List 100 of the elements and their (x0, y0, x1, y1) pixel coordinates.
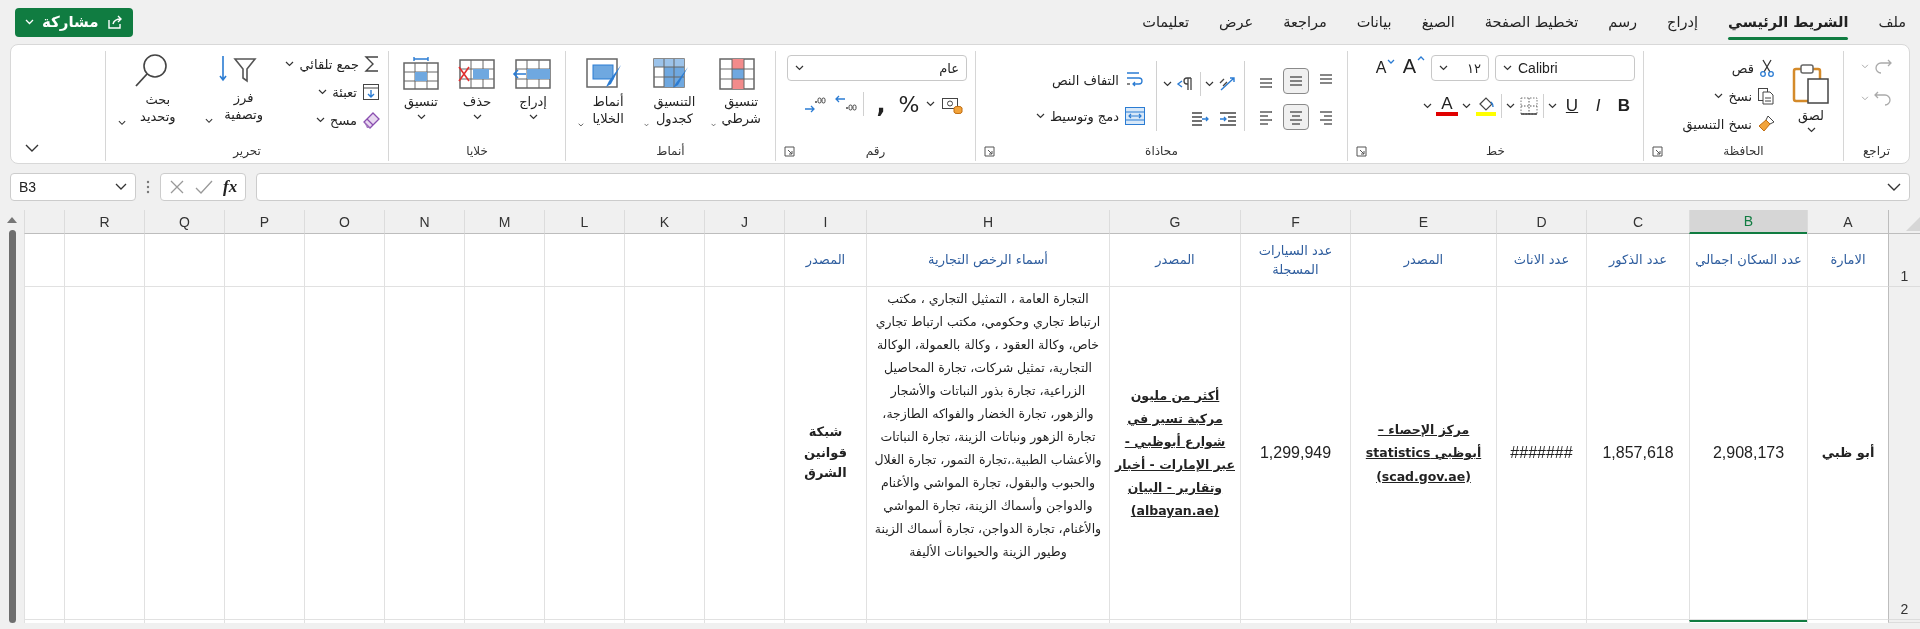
link-cell[interactable]: مركز الإحصاء – أبوظبي statistics (scad.gov.ae) (1350, 287, 1496, 620)
fill-color-icon[interactable] (1475, 95, 1497, 117)
outdent-icon[interactable] (1190, 110, 1210, 128)
caret-icon[interactable] (1462, 103, 1471, 109)
clear-button[interactable]: مسح (285, 107, 380, 133)
ribbon-tab[interactable]: الصيغ (1421, 0, 1455, 44)
ribbon-tab[interactable]: تخطيط الصفحة (1484, 0, 1579, 44)
font-name-dropdown[interactable]: Calibri (1495, 55, 1635, 81)
number-format-dropdown[interactable]: عام (787, 55, 967, 81)
dialog-launcher-icon[interactable] (984, 146, 995, 157)
grow-font-button[interactable]: A (1402, 55, 1425, 81)
row-header[interactable]: 1 (1888, 234, 1920, 287)
column-header[interactable]: G (1109, 210, 1240, 234)
sigma-icon (364, 55, 380, 73)
header-cell: عدد السيارات المسجلة (1240, 234, 1350, 287)
decimal-arrow-icon[interactable] (833, 94, 857, 114)
ribbon-tab[interactable]: رسم (1608, 0, 1638, 44)
caret-icon[interactable] (1423, 103, 1432, 109)
close-icon[interactable] (169, 179, 185, 195)
conditional-formatting-button[interactable]: تنسيق شرطي (707, 55, 767, 130)
checkmark-icon[interactable] (195, 179, 213, 195)
indent-icon[interactable] (1218, 110, 1238, 128)
column-header[interactable]: J (704, 210, 784, 234)
column-header[interactable]: O (304, 210, 384, 234)
scroll-up-icon[interactable] (6, 216, 18, 224)
header-cell: المصدر (1109, 234, 1240, 287)
insert-function-button[interactable]: fx (223, 177, 238, 197)
dialog-launcher-icon[interactable] (1356, 146, 1367, 157)
caret-icon[interactable] (926, 101, 935, 107)
share-button[interactable]: مشاركة (15, 7, 133, 37)
cell-styles-button[interactable]: أنماط الخلايا (574, 55, 634, 130)
delete-cells-button[interactable]: حذف (452, 55, 502, 122)
font-color-button[interactable]: A (1436, 96, 1458, 116)
scrollbar-thumb[interactable] (8, 230, 16, 623)
caret-icon (204, 117, 213, 124)
caret-icon (118, 119, 127, 126)
merge-center-button[interactable]: دمج وتوسيط (1035, 103, 1146, 129)
insert-cells-button[interactable]: إدراج (508, 55, 558, 122)
copy-button[interactable]: نسخ (1682, 83, 1775, 109)
column-header[interactable]: M (464, 210, 544, 234)
ribbon-tab[interactable]: إدراج (1667, 0, 1698, 44)
align-button[interactable] (1283, 104, 1309, 130)
column-header[interactable]: B (1689, 210, 1807, 234)
format-as-table-button[interactable]: التنسيق كجدول (639, 55, 702, 130)
format-painter-button[interactable]: نسخ التنسيق (1682, 111, 1775, 137)
column-header[interactable]: K (624, 210, 704, 234)
font-size-dropdown[interactable]: ١٢ (1431, 55, 1489, 81)
autosum-button[interactable]: جمع تلقائي (285, 51, 380, 77)
caret-icon (416, 113, 426, 120)
fill-button[interactable]: تعبئة (285, 79, 380, 105)
italic-button[interactable]: I (1587, 93, 1609, 119)
underline-button[interactable]: U (1561, 93, 1583, 119)
table-cell: ####### (1496, 287, 1586, 620)
paste-button[interactable]: لصق (1787, 56, 1835, 136)
ribbon-tab[interactable]: الشريط الرئيسي (1728, 0, 1849, 44)
column-header[interactable]: F (1240, 210, 1350, 234)
caret-icon (711, 121, 717, 128)
find-select-button[interactable]: بحث وتحديد (114, 51, 191, 128)
column-header[interactable]: N (384, 210, 464, 234)
ribbon-tab[interactable]: مراجعة (1283, 0, 1327, 44)
formula-input[interactable] (256, 173, 1910, 201)
ribbon-tab[interactable]: بيانات (1356, 0, 1392, 44)
caret-icon[interactable] (1163, 81, 1172, 87)
caret-icon (1714, 93, 1724, 99)
column-header[interactable]: Q (144, 210, 224, 234)
format-cells-button[interactable]: تنسيق (396, 55, 446, 122)
ribbon-tab[interactable]: تعليمات (1142, 0, 1189, 44)
dialog-launcher-icon[interactable] (784, 146, 795, 157)
dialog-launcher-icon[interactable] (1652, 146, 1663, 157)
decimal-arrow-icon[interactable] (803, 94, 827, 114)
comma-button[interactable]: , (870, 91, 892, 117)
shrink-font-button[interactable]: A (1374, 55, 1397, 81)
text-angle-icon[interactable] (1218, 75, 1238, 93)
expand-icon[interactable] (1887, 182, 1901, 192)
column-header[interactable]: L (544, 210, 624, 234)
row-header[interactable]: 2 (1888, 287, 1920, 620)
caret-icon[interactable] (1548, 103, 1557, 109)
column-header[interactable]: A (1807, 210, 1888, 234)
column-header[interactable]: D (1496, 210, 1586, 234)
link-cell[interactable]: أكثر من مليون مركبة تسير في شوارع أبوظبي - عبر الإمارات - أخبار وتقارير - البيان (albayan.ae) (1109, 287, 1240, 620)
bold-button[interactable]: B (1613, 93, 1635, 119)
collapse-ribbon-icon[interactable] (25, 144, 39, 153)
ribbon-tab[interactable]: ملف (1878, 0, 1906, 44)
borders-icon[interactable] (1519, 96, 1539, 116)
column-header[interactable]: P (224, 210, 304, 234)
align-button[interactable] (1283, 68, 1309, 94)
ribbon-tab[interactable]: عرض (1218, 0, 1254, 44)
sort-filter-button[interactable]: فرز وتصفية (200, 51, 276, 126)
cut-button[interactable]: قص (1682, 55, 1775, 81)
column-header[interactable]: I (784, 210, 866, 234)
column-header[interactable]: R (64, 210, 144, 234)
wrap-text-button[interactable]: التفاف النص (1035, 67, 1146, 93)
caret-icon[interactable] (1506, 103, 1515, 109)
percent-button[interactable]: % (898, 91, 920, 117)
drag-dots-icon[interactable] (146, 179, 150, 195)
column-header[interactable]: C (1586, 210, 1689, 234)
name-box[interactable]: B3 (10, 173, 136, 201)
column-header[interactable]: E (1350, 210, 1496, 234)
caret-icon[interactable] (1205, 81, 1214, 87)
column-header[interactable]: H (866, 210, 1109, 234)
